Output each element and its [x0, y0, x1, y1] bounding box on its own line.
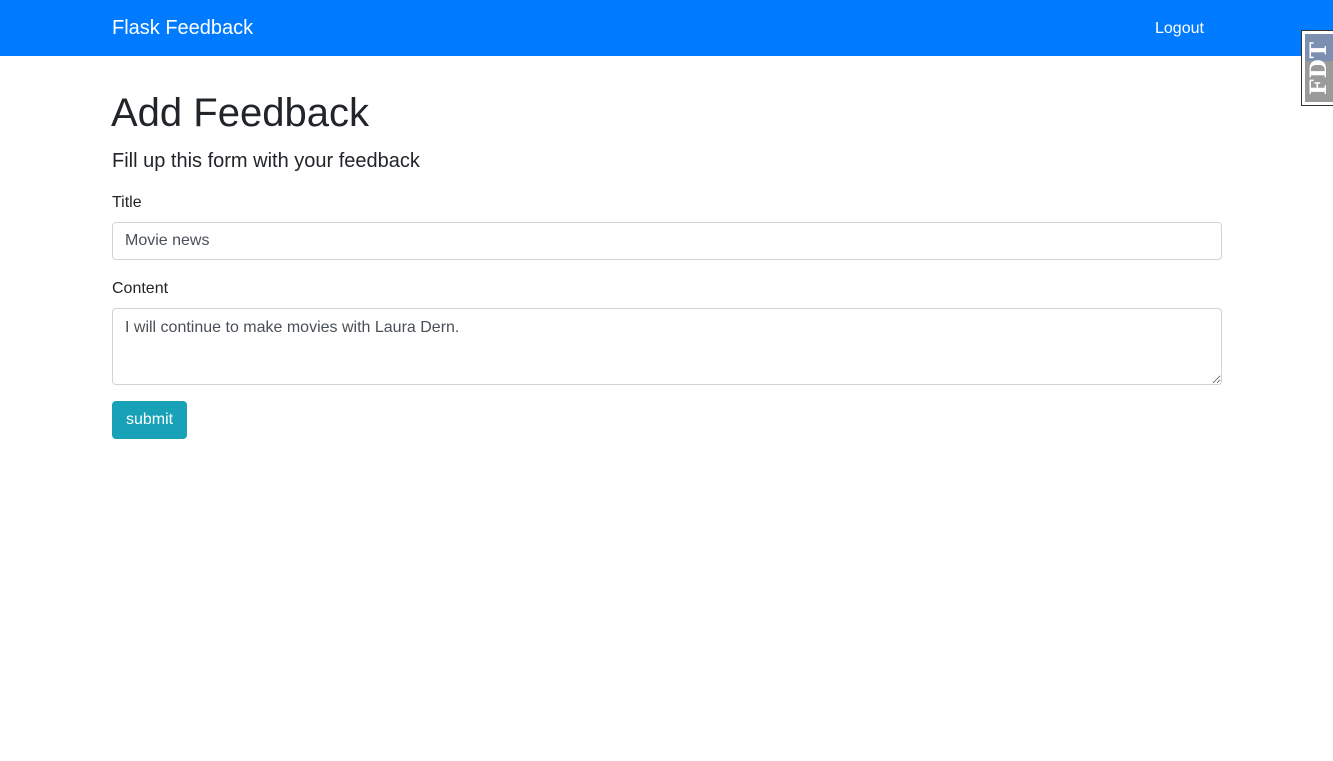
navbar: Flask Feedback Logout [0, 0, 1333, 56]
content-label: Content [112, 280, 169, 297]
page-subtitle: Fill up this form with your feedback [112, 150, 420, 172]
title-input[interactable] [112, 222, 1222, 260]
logout-link[interactable]: Logout [1155, 19, 1204, 39]
debug-toolbar-logo-icon: FDT [1305, 34, 1333, 102]
title-label: Title [112, 194, 142, 211]
debug-toolbar-label: FDT [1306, 40, 1332, 96]
content-textarea[interactable]: I will continue to make movies with Laur… [112, 308, 1222, 385]
page-title: Add Feedback [111, 91, 369, 135]
submit-button[interactable]: submit [112, 401, 187, 439]
brand-link[interactable]: Flask Feedback [112, 16, 253, 40]
debug-toolbar-tab[interactable]: FDT [1301, 30, 1333, 106]
